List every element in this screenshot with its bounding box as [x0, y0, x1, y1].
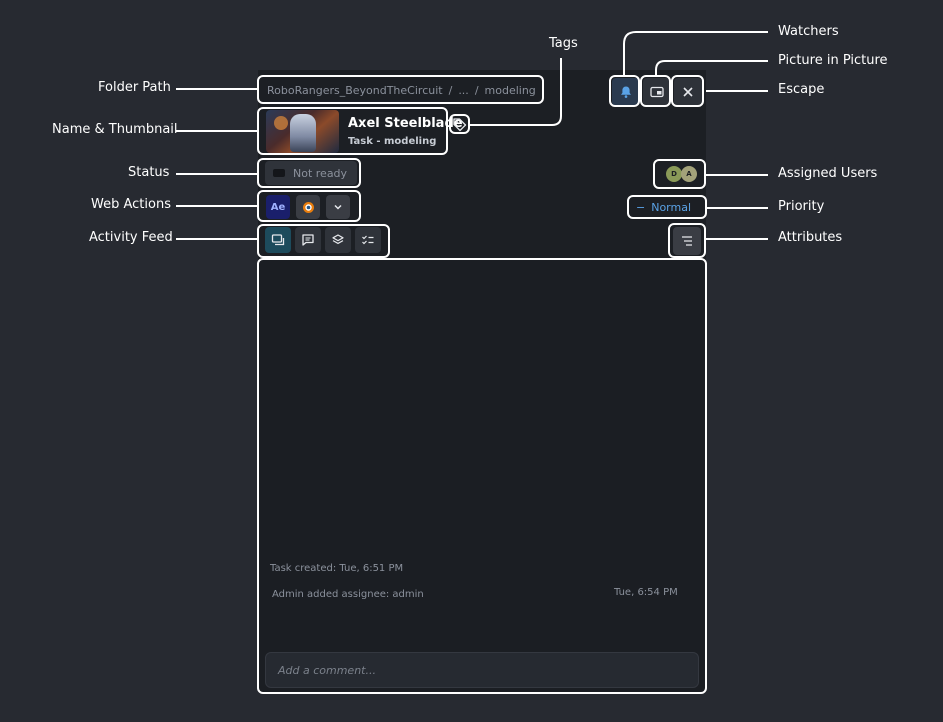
label-name-thumbnail: Name & Thumbnail: [52, 122, 178, 137]
label-escape: Escape: [778, 82, 825, 97]
label-tags: Tags: [549, 36, 578, 51]
label-picture-in-picture: Picture in Picture: [778, 53, 888, 68]
label-folder-path: Folder Path: [98, 80, 171, 95]
label-status: Status: [128, 165, 170, 180]
label-activity-feed: Activity Feed: [89, 230, 173, 245]
label-attributes: Attributes: [778, 230, 843, 245]
label-assigned-users: Assigned Users: [778, 166, 878, 181]
label-web-actions: Web Actions: [91, 197, 171, 212]
label-watchers: Watchers: [778, 24, 839, 39]
label-priority: Priority: [778, 199, 825, 214]
leader-curves: [470, 31, 768, 126]
